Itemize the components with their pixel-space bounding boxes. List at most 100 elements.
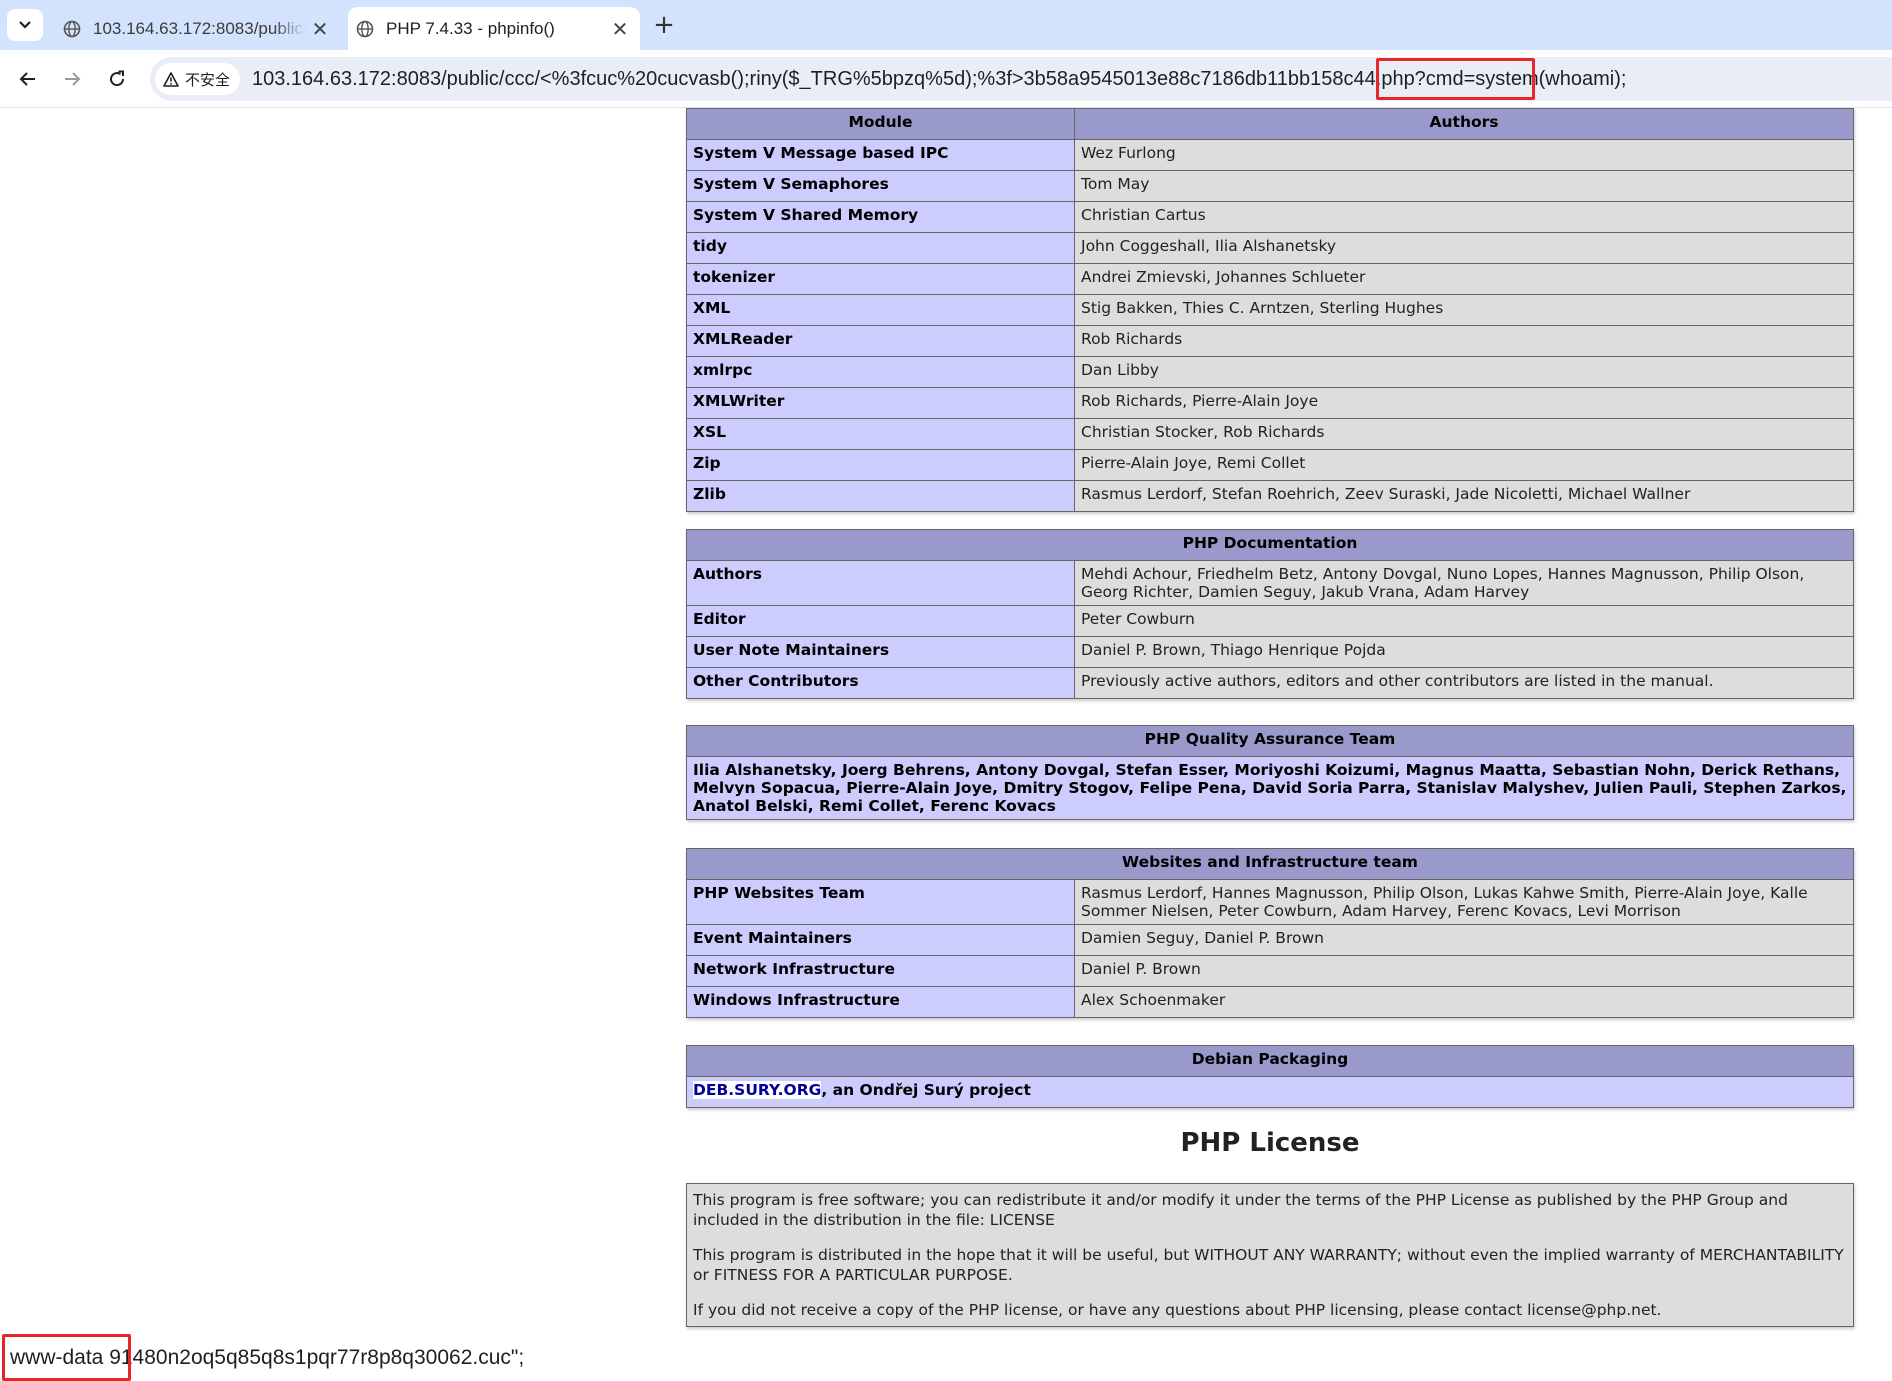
row-label: PHP Websites Team xyxy=(686,879,1075,925)
arrow-right-icon xyxy=(65,72,81,86)
row-label: User Note Maintainers xyxy=(686,636,1075,668)
row-value: John Coggeshall, Ilia Alshanetsky xyxy=(1074,232,1854,264)
row-value: Tom May xyxy=(1074,170,1854,202)
section-title: Debian Packaging xyxy=(686,1045,1854,1077)
table-row: Event Maintainers Damien Seguy, Daniel P.… xyxy=(686,924,1854,956)
deb-sury-link[interactable]: DEB.SURY.ORG xyxy=(693,1081,822,1099)
qa-members: Ilia Alshanetsky, Joerg Behrens, Antony … xyxy=(686,756,1854,820)
row-label: System V Semaphores xyxy=(686,170,1075,202)
php-documentation-table: PHP Documentation Authors Mehdi Achour, F… xyxy=(686,529,1854,699)
row-label: Authors xyxy=(686,560,1075,606)
row-label: Other Contributors xyxy=(686,667,1075,699)
table-row: tidy John Coggeshall, Ilia Alshanetsky xyxy=(686,232,1854,264)
row-value: Peter Cowburn xyxy=(1074,605,1854,637)
table-row: Zlib Rasmus Lerdorf, Stefan Roehrich, Zee… xyxy=(686,480,1854,512)
reload-button[interactable] xyxy=(101,63,133,95)
debian-packaging-table: Debian Packaging DEB.SURY.ORG, an Ondřej… xyxy=(686,1045,1854,1108)
row-value: Christian Stocker, Rob Richards xyxy=(1074,418,1854,450)
tab-title: PHP 7.4.33 - phpinfo() xyxy=(386,18,555,38)
tab-strip: 103.164.63.172:8083/public/index.php ✕ P… xyxy=(0,0,1892,50)
row-value: Alex Schoenmaker xyxy=(1074,986,1854,1018)
row-value: Stig Bakken, Thies C. Arntzen, Sterling … xyxy=(1074,294,1854,326)
arrow-left-icon xyxy=(19,72,35,86)
table-row: Zip Pierre-Alain Joye, Remi Collet xyxy=(686,449,1854,481)
table-row: Network Infrastructure Daniel P. Brown xyxy=(686,955,1854,987)
security-chip[interactable]: 不安全 xyxy=(155,63,241,95)
row-value: Rasmus Lerdorf, Hannes Magnusson, Philip… xyxy=(1074,879,1854,925)
row-label: System V Shared Memory xyxy=(686,201,1075,233)
section-title: PHP Documentation xyxy=(686,529,1854,561)
table-row: Windows Infrastructure Alex Schoenmaker xyxy=(686,986,1854,1018)
row-label: Event Maintainers xyxy=(686,924,1075,956)
globe-icon xyxy=(63,20,81,37)
close-tab-icon[interactable]: ✕ xyxy=(306,17,334,41)
license-heading: PHP License xyxy=(1180,1128,1360,1158)
new-tab-button[interactable]: + xyxy=(648,10,680,42)
tab-index[interactable]: 103.164.63.172:8083/public/index.php ✕ xyxy=(55,7,340,50)
table-row: XMLWriter Rob Richards, Pierre-Alain Joye xyxy=(686,387,1854,419)
back-button[interactable] xyxy=(12,63,44,95)
row-value: Daniel P. Brown xyxy=(1074,955,1854,987)
row-label: Windows Infrastructure xyxy=(686,986,1075,1018)
row-value: Rob Richards xyxy=(1074,325,1854,357)
address-bar[interactable]: 不安全 103.164.63.172:8083/public/ccc/<%3fc… xyxy=(150,57,1892,101)
column-header-authors: Authors xyxy=(1074,108,1854,140)
row-label: XMLWriter xyxy=(686,387,1075,419)
tab-title: 103.164.63.172:8083/public/index.php xyxy=(93,18,306,38)
row-label: System V Message based IPC xyxy=(686,139,1075,171)
reload-icon xyxy=(110,70,125,87)
table-row: System V Semaphores Tom May xyxy=(686,170,1854,202)
row-value: Damien Seguy, Daniel P. Brown xyxy=(1074,924,1854,956)
license-paragraph: This program is distributed in the hope … xyxy=(693,1246,1844,1284)
modules-authors-table: Module Authors System V Message based IP… xyxy=(686,108,1854,512)
table-row: Other Contributors Previously active auth… xyxy=(686,667,1854,699)
table-row: Editor Peter Cowburn xyxy=(686,605,1854,637)
row-value: Wez Furlong xyxy=(1074,139,1854,171)
table-row: User Note Maintainers Daniel P. Brown, Th… xyxy=(686,636,1854,668)
row-label: XMLReader xyxy=(686,325,1075,357)
column-header-module: Module xyxy=(686,108,1075,140)
row-value: Andrei Zmievski, Johannes Schlueter xyxy=(1074,263,1854,295)
license-paragraph: If you did not receive a copy of the PHP… xyxy=(693,1301,1662,1319)
highlight-annotation-url xyxy=(1376,58,1535,100)
table-row: System V Shared Memory Christian Cartus xyxy=(686,201,1854,233)
chevron-down-icon xyxy=(19,21,31,29)
navigation-toolbar: 不安全 103.164.63.172:8083/public/ccc/<%3fc… xyxy=(0,50,1892,108)
row-label: Network Infrastructure xyxy=(686,955,1075,987)
row-value: Previously active authors, editors and o… xyxy=(1074,667,1854,699)
highlight-annotation-output xyxy=(2,1334,131,1381)
warning-icon xyxy=(163,71,179,87)
debian-credit: DEB.SURY.ORG, an Ondřej Surý project xyxy=(686,1076,1854,1108)
debian-credit-text: , an Ondřej Surý project xyxy=(821,1081,1031,1099)
row-label: Editor xyxy=(686,605,1075,637)
row-label: xmlrpc xyxy=(686,356,1075,388)
section-title: Websites and Infrastructure team xyxy=(686,848,1854,880)
table-row: XMLReader Rob Richards xyxy=(686,325,1854,357)
close-tab-icon[interactable]: ✕ xyxy=(606,17,634,41)
row-value: Dan Libby xyxy=(1074,356,1854,388)
table-row: tokenizer Andrei Zmievski, Johannes Schlu… xyxy=(686,263,1854,295)
license-box: This program is free software; you can r… xyxy=(686,1183,1854,1327)
tab-phpinfo[interactable]: PHP 7.4.33 - phpinfo() ✕ xyxy=(348,7,640,50)
table-row: XSL Christian Stocker, Rob Richards xyxy=(686,418,1854,450)
table-row: Authors Mehdi Achour, Friedhelm Betz, Ant… xyxy=(686,560,1854,606)
section-title: PHP Quality Assurance Team xyxy=(686,725,1854,757)
table-row: xmlrpc Dan Libby xyxy=(686,356,1854,388)
row-value: Pierre-Alain Joye, Remi Collet xyxy=(1074,449,1854,481)
row-label: Zip xyxy=(686,449,1075,481)
forward-button[interactable] xyxy=(56,63,88,95)
row-value: Rob Richards, Pierre-Alain Joye xyxy=(1074,387,1854,419)
row-label: tidy xyxy=(686,232,1075,264)
table-row: XML Stig Bakken, Thies C. Arntzen, Sterli… xyxy=(686,294,1854,326)
websites-team-table: Websites and Infrastructure team PHP Web… xyxy=(686,848,1854,1018)
page-content: Module Authors System V Message based IP… xyxy=(0,108,1892,1381)
security-label: 不安全 xyxy=(185,71,231,89)
row-value: Rasmus Lerdorf, Stefan Roehrich, Zeev Su… xyxy=(1074,480,1854,512)
globe-icon xyxy=(356,20,374,37)
row-label: XML xyxy=(686,294,1075,326)
row-value: Mehdi Achour, Friedhelm Betz, Antony Dov… xyxy=(1074,560,1854,606)
row-value: Daniel P. Brown, Thiago Henrique Pojda xyxy=(1074,636,1854,668)
tab-search-button[interactable] xyxy=(7,9,43,41)
qa-team-table: PHP Quality Assurance Team Ilia Alshanet… xyxy=(686,725,1854,820)
row-label: tokenizer xyxy=(686,263,1075,295)
